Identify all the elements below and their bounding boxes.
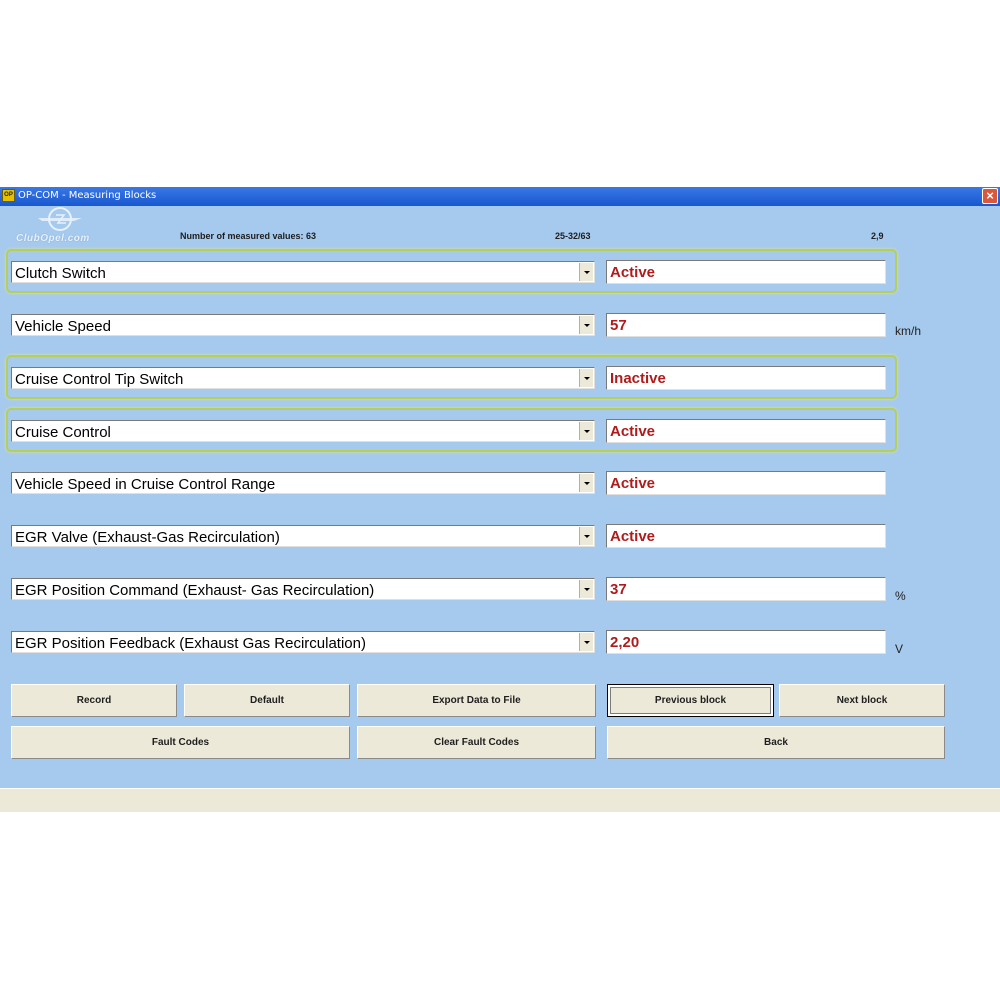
parameter-select[interactable]: EGR Position Feedback (Exhaust Gas Recir…: [11, 631, 595, 653]
parameter-select[interactable]: EGR Valve (Exhaust-Gas Recirculation): [11, 525, 595, 547]
record-button[interactable]: Record: [11, 684, 177, 717]
status-bar: [0, 788, 1000, 812]
value-text: 37: [610, 581, 627, 598]
parameter-select[interactable]: Clutch Switch: [11, 261, 595, 283]
clear-fault-codes-button[interactable]: Clear Fault Codes: [357, 726, 596, 759]
watermark-text: ClubOpel.com: [16, 233, 90, 244]
previous-block-button[interactable]: Previous block: [607, 684, 774, 717]
block-range: 25-32/63: [555, 231, 591, 241]
chevron-down-icon[interactable]: [579, 369, 593, 387]
value-field: Inactive: [606, 366, 886, 390]
measured-values-count: Number of measured values: 63: [180, 231, 317, 241]
op-com-icon: OP: [2, 189, 15, 202]
unit-label: km/h: [895, 324, 922, 338]
parameter-select[interactable]: EGR Position Command (Exhaust- Gas Recir…: [11, 578, 595, 600]
value-text: 57: [610, 317, 627, 334]
parameter-label: Cruise Control: [15, 424, 111, 441]
parameter-label: Cruise Control Tip Switch: [15, 371, 184, 388]
chevron-down-icon[interactable]: [579, 633, 593, 651]
parameter-label: EGR Position Command (Exhaust- Gas Recir…: [15, 582, 375, 599]
value-field: Active: [606, 260, 886, 284]
back-button[interactable]: Back: [607, 726, 945, 759]
value-text: Active: [610, 528, 656, 545]
parameter-select[interactable]: Vehicle Speed in Cruise Control Range: [11, 472, 595, 494]
chevron-down-icon[interactable]: [579, 474, 593, 492]
export-data-button[interactable]: Export Data to File: [357, 684, 596, 717]
parameter-label: Vehicle Speed in Cruise Control Range: [15, 476, 276, 493]
value-field: 57: [606, 313, 886, 337]
parameter-label: EGR Position Feedback (Exhaust Gas Recir…: [15, 635, 366, 652]
default-button[interactable]: Default: [184, 684, 350, 717]
chevron-down-icon[interactable]: [579, 263, 593, 281]
unit-label: %: [895, 589, 906, 603]
opel-logo-icon: [38, 207, 82, 231]
parameter-select[interactable]: Vehicle Speed: [11, 314, 595, 336]
title-bar[interactable]: OP OP-COM - Measuring Blocks ×: [0, 187, 1000, 206]
value-text: Inactive: [610, 370, 666, 387]
window-title: OP-COM - Measuring Blocks: [18, 190, 157, 201]
measuring-blocks-window: OP OP-COM - Measuring Blocks × ClubOpel.…: [0, 187, 1000, 812]
value-text: Active: [610, 475, 656, 492]
refresh-rate: 2,9: [871, 231, 884, 241]
value-text: Active: [610, 264, 656, 281]
value-field: Active: [606, 419, 886, 443]
next-block-button[interactable]: Next block: [779, 684, 945, 717]
value-field: Active: [606, 471, 886, 495]
value-text: 2,20: [610, 634, 640, 651]
chevron-down-icon[interactable]: [579, 527, 593, 545]
parameter-label: EGR Valve (Exhaust-Gas Recirculation): [15, 529, 280, 546]
chevron-down-icon[interactable]: [579, 580, 593, 598]
parameter-label: Clutch Switch: [15, 265, 106, 282]
value-field: Active: [606, 524, 886, 548]
fault-codes-button[interactable]: Fault Codes: [11, 726, 350, 759]
chevron-down-icon[interactable]: [579, 422, 593, 440]
value-field: 37: [606, 577, 886, 601]
clubopel-watermark: ClubOpel.com: [14, 207, 114, 247]
close-button[interactable]: ×: [982, 188, 998, 204]
value-field: 2,20: [606, 630, 886, 654]
parameter-label: Vehicle Speed: [15, 318, 111, 335]
value-text: Active: [610, 423, 656, 440]
parameter-select[interactable]: Cruise Control: [11, 420, 595, 442]
unit-label: V: [895, 642, 904, 656]
chevron-down-icon[interactable]: [579, 316, 593, 334]
parameter-select[interactable]: Cruise Control Tip Switch: [11, 367, 595, 389]
